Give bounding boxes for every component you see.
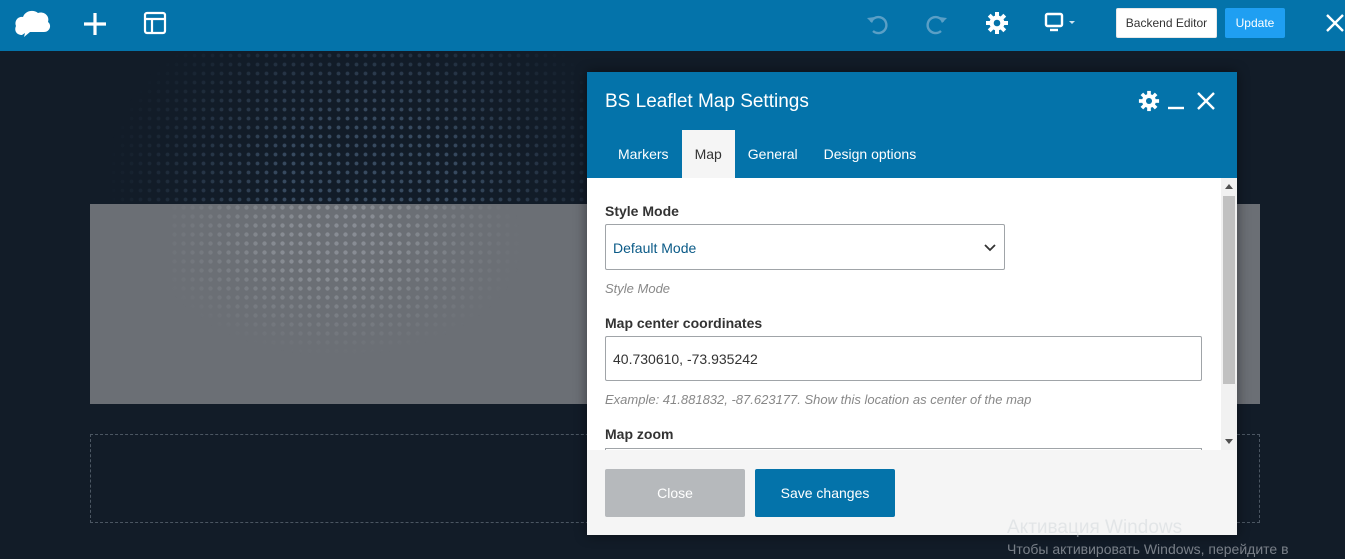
layout-icon[interactable] (141, 9, 169, 37)
scroll-up-icon[interactable] (1225, 184, 1233, 189)
chevron-down-icon (982, 240, 998, 256)
monitor-icon[interactable] (1040, 8, 1082, 38)
tab-bar: Markers Map General Design options (605, 130, 929, 178)
modal-header[interactable]: BS Leaflet Map Settings Markers Map Gene… (587, 72, 1237, 178)
tab-markers[interactable]: Markers (605, 130, 682, 178)
backend-editor-button[interactable]: Backend Editor (1116, 8, 1217, 38)
activation-watermark-subtitle: Чтобы активировать Windows, перейдите в (1007, 541, 1289, 557)
tab-map[interactable]: Map (681, 130, 735, 178)
minimize-icon[interactable] (1165, 89, 1187, 113)
scroll-down-icon[interactable] (1225, 439, 1233, 444)
redo-icon[interactable] (922, 9, 952, 39)
save-changes-button[interactable]: Save changes (755, 469, 895, 517)
undo-icon[interactable] (862, 9, 892, 39)
style-mode-select[interactable]: Default Mode (605, 224, 1005, 270)
gear-icon[interactable] (1137, 89, 1161, 113)
tab-design-options[interactable]: Design options (811, 130, 930, 178)
placeholder-halftone (170, 204, 590, 394)
update-button[interactable]: Update (1225, 8, 1285, 38)
plus-icon[interactable] (80, 9, 110, 39)
style-mode-help: Style Mode (605, 281, 671, 296)
modal-title: BS Leaflet Map Settings (605, 91, 809, 112)
close-icon[interactable] (1322, 10, 1345, 36)
editor-toolbar: Backend Editor Update (0, 0, 1345, 51)
gear-icon[interactable] (982, 8, 1012, 38)
close-button[interactable]: Close (605, 469, 745, 517)
cloud-logo-icon[interactable] (12, 7, 54, 39)
settings-modal: BS Leaflet Map Settings Markers Map Gene… (587, 72, 1237, 535)
modal-body: Style Mode Default Mode Style Mode Map c… (587, 178, 1221, 450)
style-mode-label: Style Mode (605, 203, 679, 219)
tab-general[interactable]: General (735, 130, 811, 178)
style-mode-value: Default Mode (613, 240, 697, 256)
map-zoom-label: Map zoom (605, 426, 674, 442)
close-icon[interactable] (1195, 89, 1217, 113)
map-center-help: Example: 41.881832, -87.623177. Show thi… (605, 392, 1032, 407)
map-center-label: Map center coordinates (605, 315, 763, 331)
map-center-input[interactable] (605, 336, 1202, 381)
scrollbar-thumb[interactable] (1223, 196, 1235, 384)
modal-scrollbar[interactable] (1221, 178, 1237, 450)
activation-watermark-title: Активация Windows (1007, 517, 1183, 538)
